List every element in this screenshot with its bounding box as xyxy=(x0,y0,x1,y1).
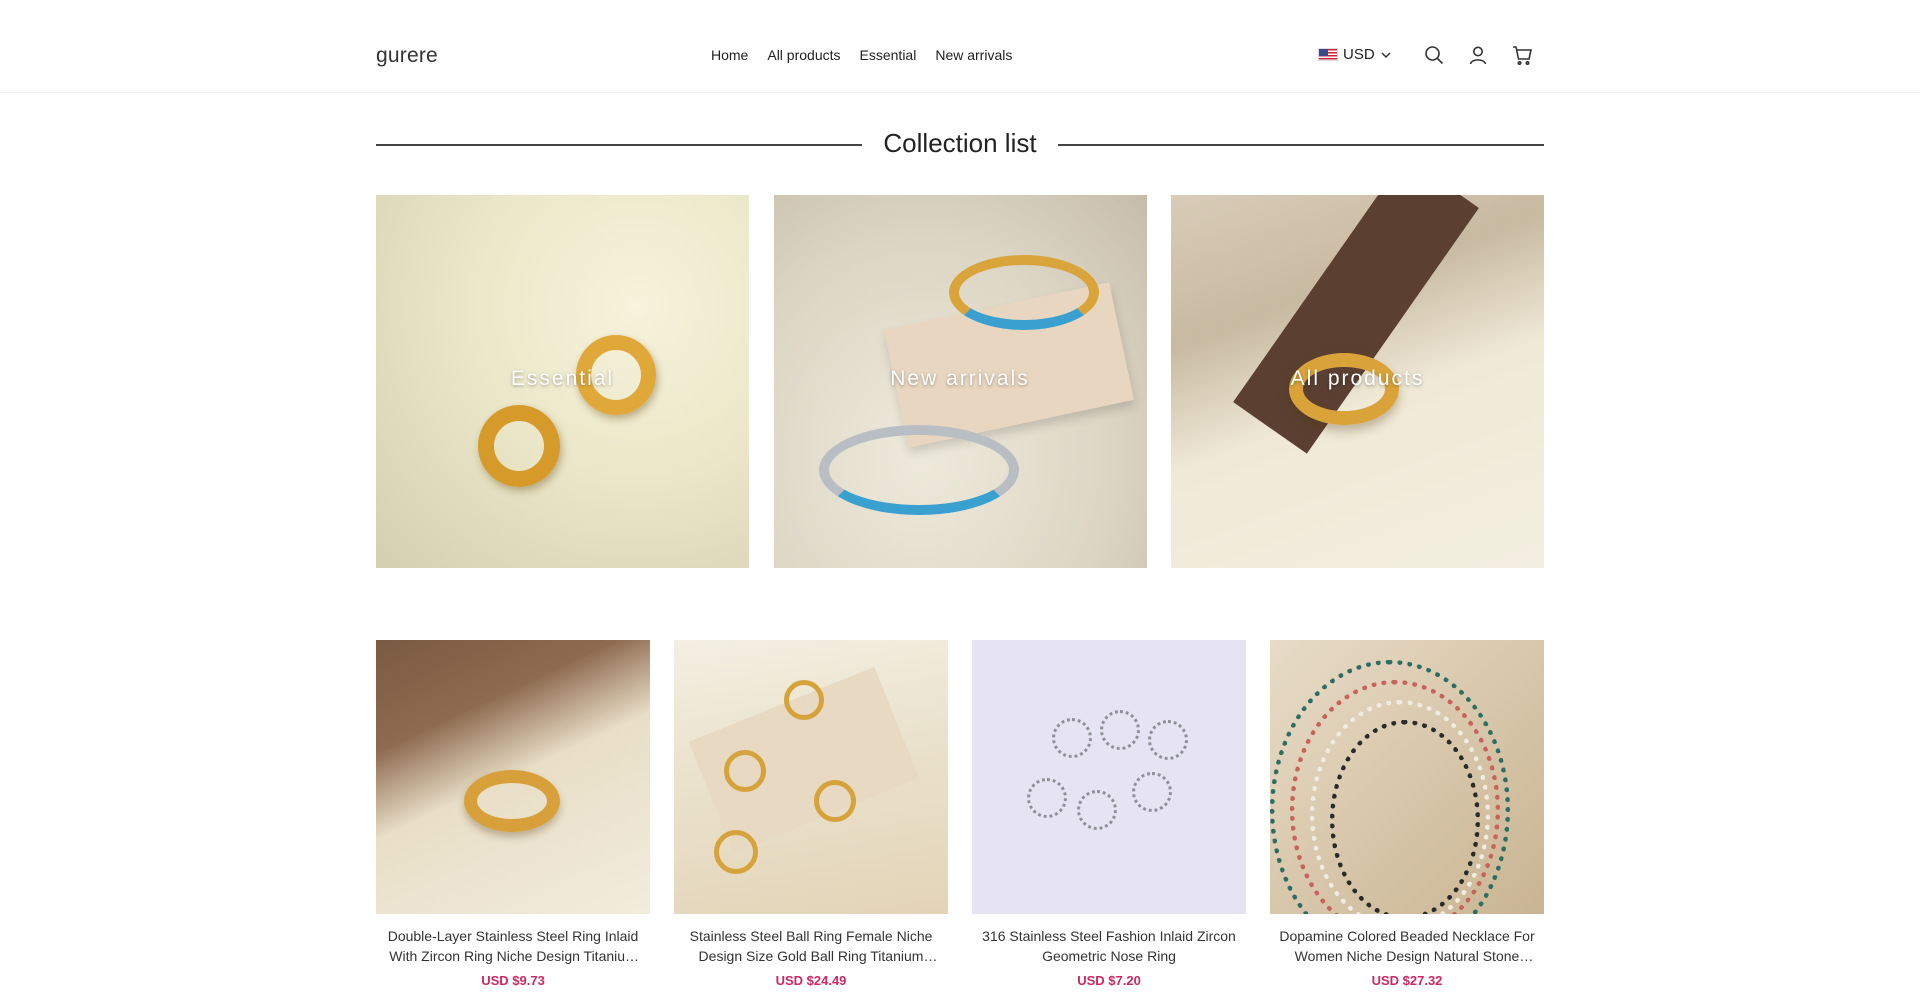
gold-hoop-image xyxy=(478,405,560,487)
product-title[interactable]: Double-Layer Stainless Steel Ring Inlaid… xyxy=(376,926,650,966)
product-image[interactable] xyxy=(674,640,948,914)
collection-label: All products xyxy=(1290,367,1425,390)
nav-all-products[interactable]: All products xyxy=(767,47,840,63)
main-nav: Home All products Essential New arrivals xyxy=(711,47,1012,63)
collection-card-essential[interactable]: Essential xyxy=(376,195,749,568)
product-image[interactable] xyxy=(972,640,1246,914)
nav-essential[interactable]: Essential xyxy=(860,47,917,63)
product-price: USD $24.49 xyxy=(775,973,847,988)
collection-grid: Essential New arrivals All products xyxy=(376,195,1544,568)
gold-cuff-image xyxy=(948,255,1099,330)
search-icon[interactable] xyxy=(1423,44,1445,66)
product-image[interactable] xyxy=(376,640,650,914)
ball-ring-image xyxy=(784,680,824,720)
ball-ring-image xyxy=(724,750,766,792)
product-card[interactable]: Dopamine Colored Beaded Necklace For Wom… xyxy=(1270,640,1544,988)
us-flag-icon xyxy=(1318,48,1338,61)
product-card[interactable]: 316 Stainless Steel Fashion Inlaid Zirco… xyxy=(972,640,1246,988)
currency-selector[interactable]: USD xyxy=(1318,46,1392,63)
product-price: USD $9.73 xyxy=(481,973,545,988)
product-title[interactable]: Dopamine Colored Beaded Necklace For Wom… xyxy=(1270,926,1544,966)
collection-label: Essential xyxy=(510,367,615,390)
currency-label: USD xyxy=(1343,46,1375,63)
chevron-down-icon xyxy=(1381,51,1391,58)
beaded-necklace-image xyxy=(1330,720,1480,914)
product-image[interactable] xyxy=(1270,640,1544,914)
nav-home[interactable]: Home xyxy=(711,47,748,63)
silver-cuff-image xyxy=(818,425,1019,515)
product-grid: Double-Layer Stainless Steel Ring Inlaid… xyxy=(376,640,1544,988)
collection-label: New arrivals xyxy=(890,367,1030,390)
account-icon[interactable] xyxy=(1467,44,1489,66)
ball-ring-image xyxy=(714,830,758,874)
product-price: USD $7.20 xyxy=(1077,973,1141,988)
product-price: USD $27.32 xyxy=(1371,973,1443,988)
product-title[interactable]: Stainless Steel Ball Ring Female Niche D… xyxy=(674,926,948,966)
collection-card-all-products[interactable]: All products xyxy=(1171,195,1544,568)
page-title: Collection list xyxy=(863,128,1057,158)
gold-ring-image xyxy=(464,770,560,832)
collection-list-heading: Collection list xyxy=(376,128,1544,162)
nose-ring-image xyxy=(1132,772,1172,812)
nav-new-arrivals[interactable]: New arrivals xyxy=(935,47,1012,63)
nose-ring-image xyxy=(1148,720,1188,760)
ball-ring-image xyxy=(814,780,856,822)
product-card[interactable]: Stainless Steel Ball Ring Female Niche D… xyxy=(674,640,948,988)
nose-ring-image xyxy=(1027,778,1067,818)
nose-ring-image xyxy=(1077,790,1117,830)
nose-ring-image xyxy=(1052,718,1092,758)
site-header: gurere Home All products Essential New a… xyxy=(0,0,1920,93)
cart-icon[interactable] xyxy=(1511,44,1533,66)
store-logo[interactable]: gurere xyxy=(376,44,438,68)
nose-ring-image xyxy=(1100,710,1140,750)
product-title[interactable]: 316 Stainless Steel Fashion Inlaid Zirco… xyxy=(972,926,1246,966)
product-card[interactable]: Double-Layer Stainless Steel Ring Inlaid… xyxy=(376,640,650,988)
collection-card-new-arrivals[interactable]: New arrivals xyxy=(773,195,1147,568)
